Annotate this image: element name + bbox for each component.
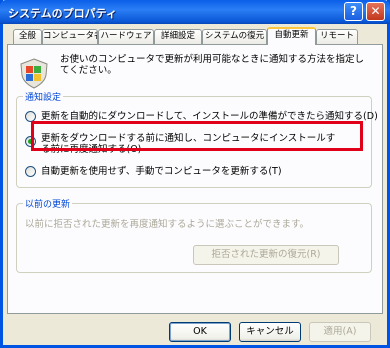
ok-button[interactable]: OK xyxy=(169,322,231,342)
close-button[interactable]: ✕ xyxy=(366,2,385,21)
tab-system-restore[interactable]: システムの復元 xyxy=(202,29,267,44)
tab-computer-name[interactable]: コンピュータ名 xyxy=(42,29,98,44)
restore-declined-updates-button[interactable]: 拒否された更新の復元(R) xyxy=(193,245,339,265)
previous-updates-description: 以前に拒否された更新を再度通知するように選ぶことができます。 xyxy=(25,219,310,230)
windows-update-shield-icon xyxy=(18,57,50,89)
title-bar[interactable]: システムのプロパティ ? ✕ xyxy=(0,0,390,24)
apply-button[interactable]: 適用(A) xyxy=(309,322,371,342)
tab-automatic-updates[interactable]: 自動更新 xyxy=(267,27,316,45)
help-button[interactable]: ? xyxy=(344,2,363,21)
notification-settings-title: 通知設定 xyxy=(23,90,64,103)
window-title: システムのプロパティ xyxy=(8,7,118,20)
highlight-box xyxy=(31,121,363,151)
tab-remote[interactable]: リモート xyxy=(316,29,358,44)
cancel-button[interactable]: キャンセル xyxy=(239,322,301,342)
tab-hardware[interactable]: ハードウェア xyxy=(98,29,154,44)
previous-updates-group: 以前の更新 以前に拒否された更新を再度通知するように選ぶことができます。 拒否さ… xyxy=(16,197,372,273)
previous-updates-title: 以前の更新 xyxy=(23,197,73,210)
tab-general[interactable]: 全般 xyxy=(13,29,42,44)
option-manual-update-label: 自動更新を使用せず、手動でコンピュータを更新する(T) xyxy=(41,166,282,177)
radio-manual-update[interactable] xyxy=(25,166,36,177)
intro-text: お使いのコンピュータで更新が利用可能なときに通知する方法を指定してください。 xyxy=(60,54,365,76)
tab-advanced[interactable]: 詳細設定 xyxy=(154,29,202,44)
system-properties-window: システムのプロパティ ? ✕ 全般 コンピュータ名 ハードウェア 詳細設定 シス… xyxy=(0,0,390,348)
automatic-updates-panel: お使いのコンピュータで更新が利用可能なときに通知する方法を指定してください。 通… xyxy=(7,44,383,314)
